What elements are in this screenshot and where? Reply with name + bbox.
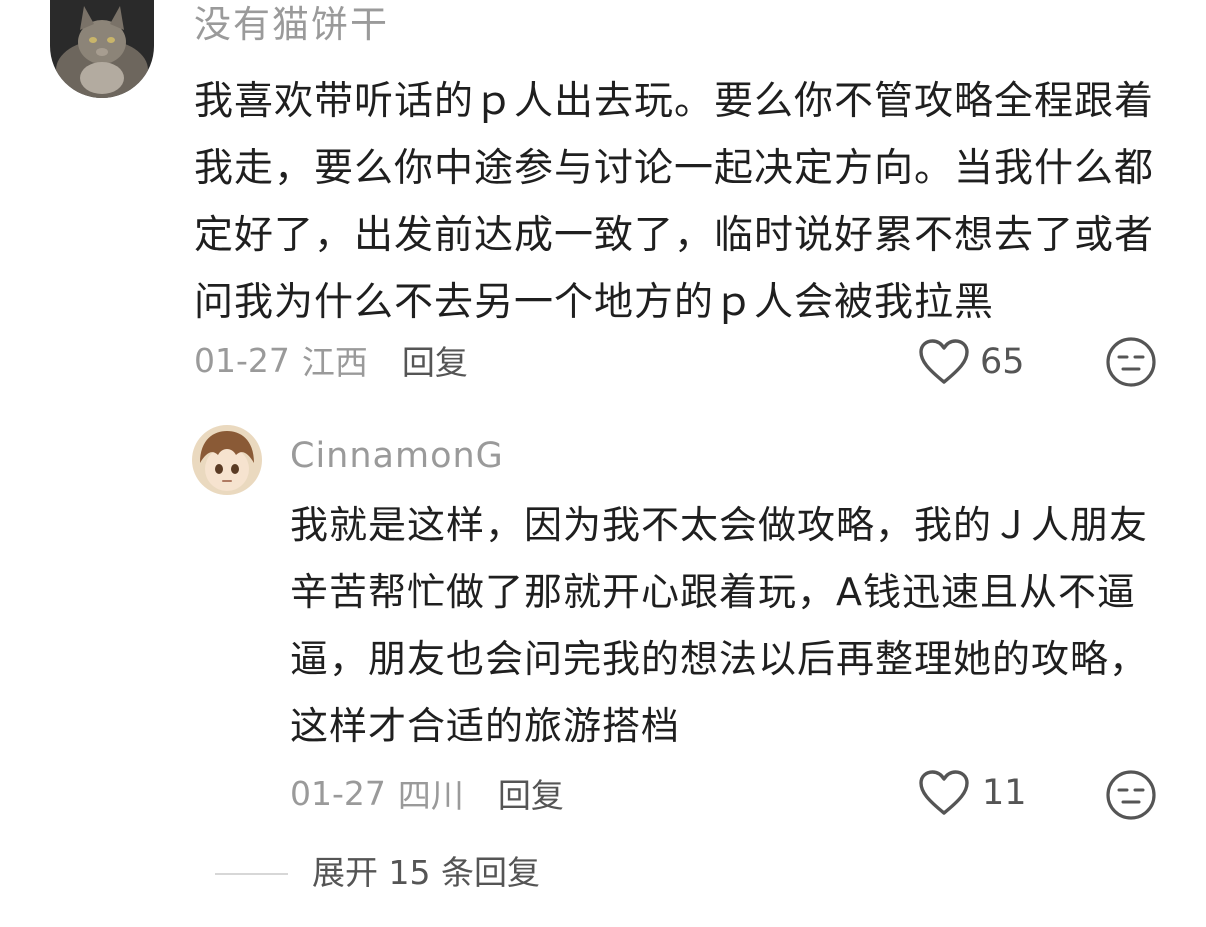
dislike-button[interactable] [1105, 769, 1157, 821]
like-button[interactable]: 65 [918, 337, 1025, 387]
username[interactable]: CinnamonG [290, 434, 504, 478]
comment-location: 江西 [301, 343, 368, 382]
like-count: 65 [980, 342, 1025, 382]
dislike-button[interactable] [1105, 336, 1157, 388]
cat-avatar-icon [50, 0, 154, 98]
heart-icon [919, 339, 969, 384]
unamused-face-icon [1106, 770, 1156, 820]
expand-replies-button[interactable]: 展开 15 条回复 [312, 851, 540, 895]
like-count: 11 [982, 773, 1027, 813]
anime-boy-avatar-icon [192, 425, 262, 495]
comment-date: 01-27 [290, 773, 386, 813]
unamused-face-icon [1106, 337, 1156, 387]
user-avatar[interactable] [192, 425, 262, 495]
expand-divider [215, 873, 288, 875]
like-button[interactable]: 11 [918, 768, 1027, 818]
comment-text: 我喜欢带听话的ｐ人出去玩。要么你不管攻略全程跟着我走，要么你中途参与讨论一起决定… [194, 79, 1155, 325]
comment-meta: 01-27 江西 回复 [194, 337, 468, 383]
user-avatar[interactable] [50, 0, 154, 98]
comment-meta: 01-27 四川 回复 [290, 770, 564, 816]
comment-location: 四川 [397, 776, 464, 815]
comment-text: 我就是这样，因为我不太会做攻略，我的Ｊ人朋友辛苦帮忙做了那就开心跟着玩，A钱迅速… [290, 503, 1149, 748]
reply-button[interactable]: 回复 [402, 336, 468, 384]
username[interactable]: 没有猫饼干 [194, 2, 389, 48]
reply-button[interactable]: 回复 [498, 769, 564, 817]
comment-date: 01-27 [194, 340, 290, 380]
heart-icon [919, 770, 969, 815]
